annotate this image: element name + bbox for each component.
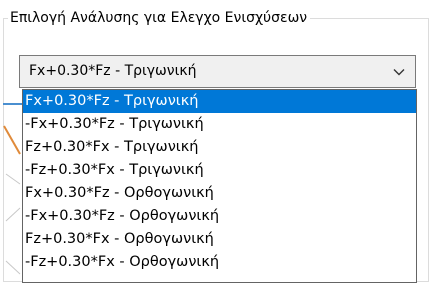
- analysis-selection-panel: Επιλογή Ανάλυσης για Ελεγχο Ενισχύσεων F…: [0, 0, 433, 284]
- dropdown-option[interactable]: -Fx+0.30*Fz - Τριγωνική: [23, 113, 416, 136]
- background-remnant: [3, 103, 22, 275]
- chevron-down-icon[interactable]: [392, 65, 406, 79]
- dropdown-option[interactable]: -Fz+0.30*Fx - Ορθογωνική: [23, 251, 416, 274]
- combobox-selected-value: Fx+0.30*Fz - Τριγωνική: [29, 63, 197, 79]
- analysis-combobox[interactable]: Fx+0.30*Fz - Τριγωνική: [19, 55, 416, 88]
- dropdown-option[interactable]: -Fz+0.30*Fx - Τριγωνική: [23, 159, 416, 182]
- dropdown-option[interactable]: Fx+0.30*Fz - Ορθογωνική: [23, 182, 416, 205]
- groupbox-title: Επιλογή Ανάλυσης για Ελεγχο Ενισχύσεων: [8, 9, 311, 27]
- dropdown-option[interactable]: Fz+0.30*Fx - Ορθογωνική: [23, 228, 416, 251]
- analysis-dropdown-list: Fx+0.30*Fz - Τριγωνική -Fx+0.30*Fz - Τριγ…: [22, 89, 417, 283]
- dropdown-option[interactable]: -Fx+0.30*Fz - Ορθογωνική: [23, 205, 416, 228]
- dropdown-option[interactable]: Fz+0.30*Fx - Τριγωνική: [23, 136, 416, 159]
- dropdown-option[interactable]: Fx+0.30*Fz - Τριγωνική: [23, 90, 416, 113]
